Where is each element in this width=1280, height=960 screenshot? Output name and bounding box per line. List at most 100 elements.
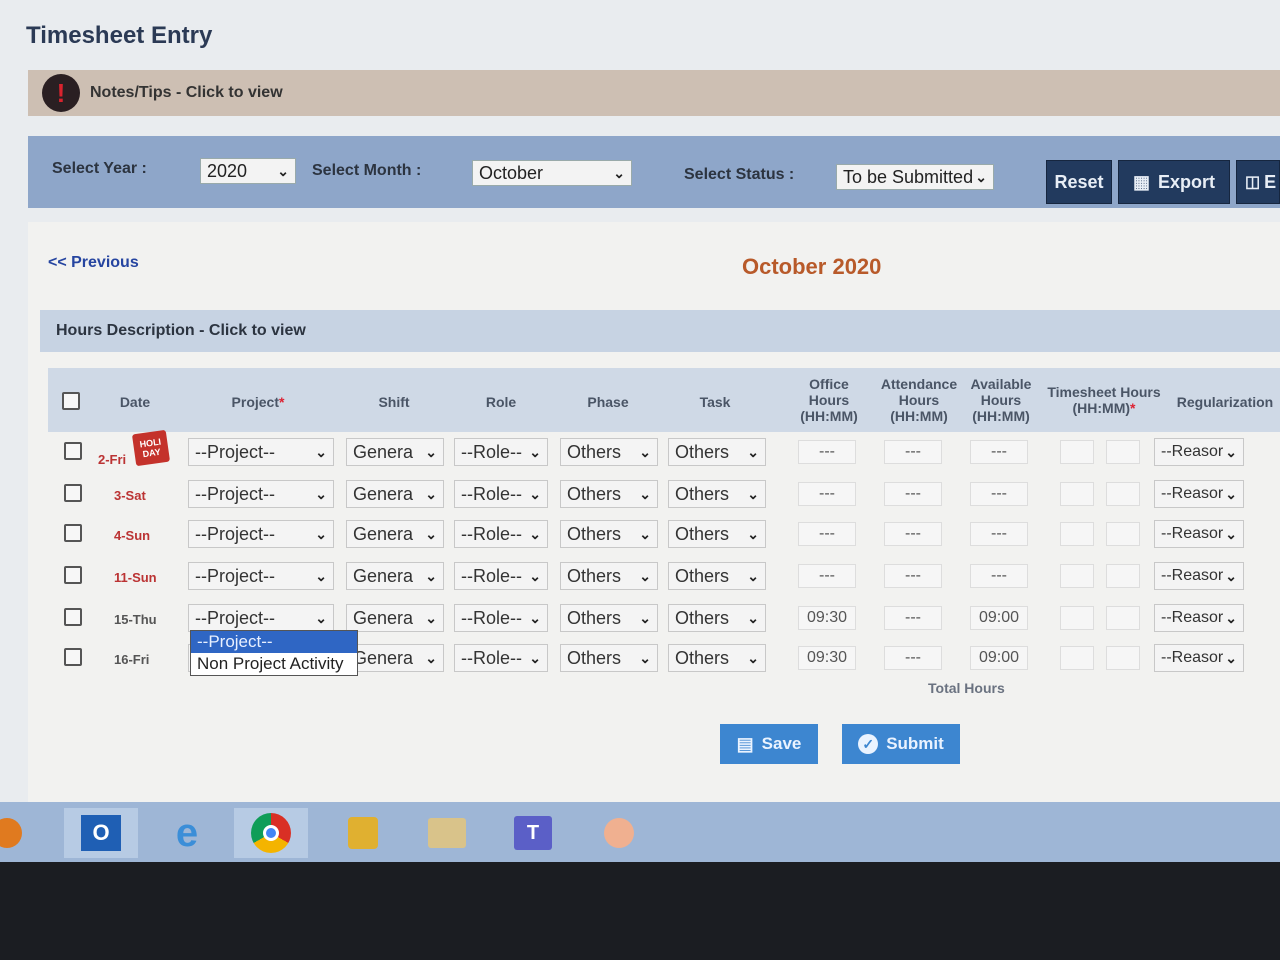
select-all-checkbox[interactable]	[62, 392, 80, 410]
pdf-export-button[interactable]: ◫ E	[1236, 160, 1280, 204]
timesheet-hours-input[interactable]	[1060, 606, 1094, 630]
project-select[interactable]: --Project-- ⌄	[188, 520, 334, 548]
media-player-icon[interactable]	[0, 808, 44, 858]
timesheet-minutes-input[interactable]	[1106, 482, 1140, 506]
task-select[interactable]: Others ⌄	[668, 562, 766, 590]
project-select[interactable]: --Project-- ⌄	[188, 562, 334, 590]
phase-select[interactable]: Others ⌄	[560, 562, 658, 590]
col-shift: Shift	[378, 394, 410, 410]
save-button[interactable]: ▤ Save	[720, 724, 818, 764]
reason-select[interactable]: --Reasor ⌄	[1154, 438, 1244, 466]
dropdown-option-non-project[interactable]: Non Project Activity	[191, 653, 357, 675]
project-dropdown-list[interactable]: --Project-- Non Project Activity	[190, 630, 358, 676]
reason-value: --Reasor	[1161, 443, 1224, 460]
phase-value: Others	[567, 483, 622, 504]
task-select[interactable]: Others ⌄	[668, 604, 766, 632]
timesheet-minutes-input[interactable]	[1106, 564, 1140, 588]
submit-button[interactable]: ✓ Submit	[842, 724, 960, 764]
shift-select[interactable]: Genera ⌄	[346, 604, 444, 632]
shift-select[interactable]: Genera ⌄	[346, 520, 444, 548]
phase-select[interactable]: Others ⌄	[560, 480, 658, 508]
row-checkbox[interactable]	[64, 442, 82, 460]
task-select[interactable]: Others ⌄	[668, 644, 766, 672]
month-select[interactable]: October ⌄	[472, 160, 632, 186]
row-checkbox[interactable]	[64, 608, 82, 626]
project-select[interactable]: --Project-- ⌄	[188, 480, 334, 508]
row-checkbox[interactable]	[64, 566, 82, 584]
phase-select[interactable]: Others ⌄	[560, 604, 658, 632]
timesheet-hours-input[interactable]	[1060, 646, 1094, 670]
file-explorer-icon[interactable]	[410, 808, 484, 858]
timesheet-hours-input[interactable]	[1060, 482, 1094, 506]
timesheet-hours-input[interactable]	[1060, 564, 1094, 588]
shift-select[interactable]: Genera ⌄	[346, 480, 444, 508]
col-project: Project*	[218, 394, 298, 410]
internet-explorer-icon[interactable]: e	[150, 808, 224, 858]
task-value: Others	[675, 565, 730, 586]
hours-description-bar[interactable]: Hours Description - Click to view	[40, 310, 1280, 352]
task-value: Others	[675, 523, 730, 544]
phase-select[interactable]: Others ⌄	[560, 520, 658, 548]
chrome-icon[interactable]	[234, 808, 308, 858]
table-row: 3-Sat --Project-- ⌄ Genera ⌄ --Role-- ⌄ Oth…	[48, 474, 1280, 514]
year-select[interactable]: 2020 ⌄	[200, 158, 296, 184]
reason-select[interactable]: --Reasor ⌄	[1154, 644, 1244, 672]
role-value: --Role--	[461, 483, 522, 504]
role-value: --Role--	[461, 607, 522, 628]
timesheet-minutes-input[interactable]	[1106, 646, 1140, 670]
shift-select[interactable]: Genera ⌄	[346, 644, 444, 672]
dropdown-option-project[interactable]: --Project--	[191, 631, 357, 653]
timesheet-minutes-input[interactable]	[1106, 522, 1140, 546]
role-select[interactable]: --Role-- ⌄	[454, 562, 548, 590]
lock-app-icon[interactable]	[326, 808, 400, 858]
task-select[interactable]: Others ⌄	[668, 480, 766, 508]
row-checkbox[interactable]	[64, 648, 82, 666]
attendance-hours-value: ---	[884, 522, 942, 546]
role-select[interactable]: --Role-- ⌄	[454, 438, 548, 466]
role-select[interactable]: --Role-- ⌄	[454, 644, 548, 672]
chevron-down-icon: ⌄	[425, 443, 437, 460]
col-regularization: Regularization	[1176, 394, 1274, 410]
teams-icon[interactable]: T	[496, 808, 570, 858]
role-select[interactable]: --Role-- ⌄	[454, 604, 548, 632]
total-hours-label: Total Hours	[928, 680, 1005, 696]
col-phase: Phase	[587, 394, 629, 410]
role-select[interactable]: --Role-- ⌄	[454, 480, 548, 508]
timesheet-hours-input[interactable]	[1060, 440, 1094, 464]
status-select[interactable]: To be Submitted ⌄	[836, 164, 994, 190]
reset-button[interactable]: Reset	[1046, 160, 1112, 204]
chevron-down-icon: ⌄	[529, 609, 541, 626]
timesheet-hours-input[interactable]	[1060, 522, 1094, 546]
pdf-icon: ◫	[1245, 174, 1261, 191]
col-avail-line3: (HH:MM)	[972, 408, 1030, 424]
timesheet-minutes-input[interactable]	[1106, 606, 1140, 630]
row-checkbox[interactable]	[64, 524, 82, 542]
outlook-icon[interactable]: O	[64, 808, 138, 858]
app-icon[interactable]	[582, 808, 656, 858]
shift-select[interactable]: Genera ⌄	[346, 562, 444, 590]
chevron-down-icon: ⌄	[1225, 567, 1237, 584]
reason-select[interactable]: --Reasor ⌄	[1154, 520, 1244, 548]
row-checkbox[interactable]	[64, 484, 82, 502]
previous-link[interactable]: << Previous	[48, 254, 139, 272]
notes-tips-bar[interactable]: ! Notes/Tips - Click to view	[28, 70, 1280, 116]
excel-icon: ▦	[1132, 171, 1150, 192]
role-select[interactable]: --Role-- ⌄	[454, 520, 548, 548]
chevron-down-icon: ⌄	[425, 525, 437, 542]
phase-select[interactable]: Others ⌄	[560, 438, 658, 466]
project-select[interactable]: --Project-- ⌄	[188, 604, 334, 632]
reason-select[interactable]: --Reasor ⌄	[1154, 480, 1244, 508]
reason-select[interactable]: --Reasor ⌄	[1154, 604, 1244, 632]
phase-select[interactable]: Others ⌄	[560, 644, 658, 672]
export-button[interactable]: ▦ Export	[1118, 160, 1230, 204]
timesheet-minutes-input[interactable]	[1106, 440, 1140, 464]
reason-select[interactable]: --Reasor ⌄	[1154, 562, 1244, 590]
available-hours-value: ---	[970, 482, 1028, 506]
shift-select[interactable]: Genera ⌄	[346, 438, 444, 466]
col-office-line1: Office	[809, 376, 849, 392]
project-select[interactable]: --Project-- ⌄	[188, 438, 334, 466]
task-select[interactable]: Others ⌄	[668, 520, 766, 548]
status-label: Select Status :	[684, 166, 795, 183]
role-value: --Role--	[461, 523, 522, 544]
task-select[interactable]: Others ⌄	[668, 438, 766, 466]
